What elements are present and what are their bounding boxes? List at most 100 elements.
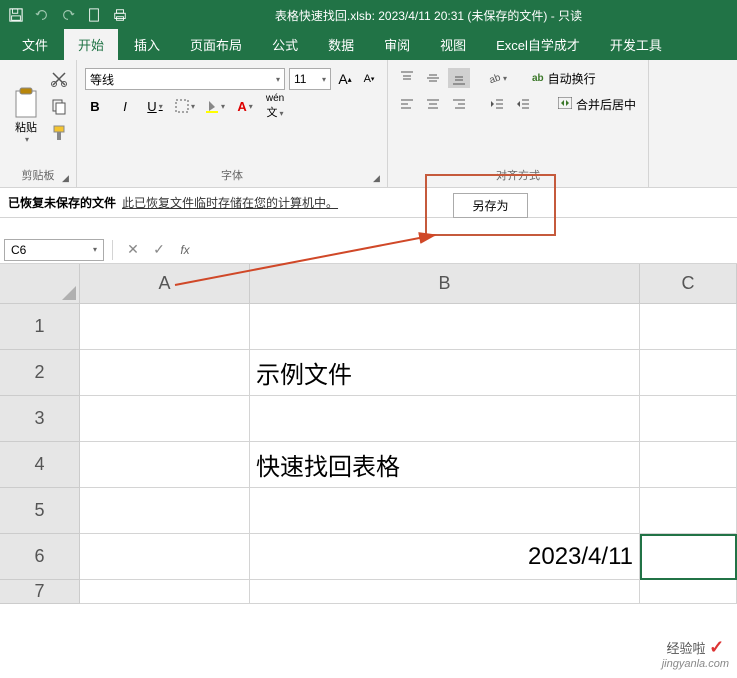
cell[interactable] xyxy=(250,580,640,604)
align-right-icon[interactable] xyxy=(448,94,470,114)
save-as-button[interactable]: 另存为 xyxy=(453,193,527,218)
cell[interactable] xyxy=(640,304,737,350)
select-all-corner[interactable] xyxy=(0,264,80,304)
border-button[interactable]: ▾ xyxy=(175,96,195,116)
fill-color-button[interactable]: ▾ xyxy=(205,96,225,116)
tab-data[interactable]: 数据 xyxy=(314,29,368,60)
cell[interactable] xyxy=(250,488,640,534)
italic-button[interactable]: I xyxy=(115,96,135,116)
group-clipboard-label: 剪贴板 xyxy=(8,167,68,185)
row-header[interactable]: 4 xyxy=(0,442,80,488)
font-size-value: 11 xyxy=(294,72,306,86)
check-icon: ✓ xyxy=(709,637,724,657)
cell[interactable] xyxy=(640,488,737,534)
align-middle-icon[interactable] xyxy=(422,68,444,88)
cell[interactable] xyxy=(640,580,737,604)
tab-insert[interactable]: 插入 xyxy=(120,29,174,60)
bold-button[interactable]: B xyxy=(85,96,105,116)
cut-icon[interactable] xyxy=(50,70,68,93)
cell[interactable] xyxy=(80,442,250,488)
row-header[interactable]: 2 xyxy=(0,350,80,396)
orientation-icon[interactable]: ab▾ xyxy=(486,68,508,88)
row-header[interactable]: 6 xyxy=(0,534,80,580)
group-font: 等线 ▾ 11 ▾ A▴ A▾ B I U▾ ▾ ▾ A▾ wén文▾ 字体 xyxy=(77,60,388,187)
row-header[interactable]: 1 xyxy=(0,304,80,350)
cell[interactable]: 快速找回表格 xyxy=(250,442,640,488)
align-bottom-icon[interactable] xyxy=(448,68,470,88)
cancel-formula-icon[interactable]: ✕ xyxy=(121,240,145,260)
font-name-select[interactable]: 等线 ▾ xyxy=(85,68,285,90)
wrap-text-icon: ab xyxy=(532,73,544,84)
cell[interactable] xyxy=(80,534,250,580)
ribbon-tabs: 文件 开始 插入 页面布局 公式 数据 审阅 视图 Excel自学成才 开发工具 xyxy=(0,30,737,60)
tab-developer[interactable]: 开发工具 xyxy=(596,29,676,60)
cell[interactable] xyxy=(80,396,250,442)
cell[interactable] xyxy=(640,442,737,488)
align-center-icon[interactable] xyxy=(422,94,444,114)
paste-label: 粘贴 xyxy=(15,119,37,135)
row-header[interactable]: 7 xyxy=(0,580,80,604)
indent-decrease-icon[interactable] xyxy=(486,94,508,114)
watermark-brand: 经验啦 xyxy=(667,641,706,656)
cell[interactable]: 2023/4/11 xyxy=(250,534,640,580)
cell[interactable] xyxy=(80,488,250,534)
tab-view[interactable]: 视图 xyxy=(426,29,480,60)
new-file-icon[interactable] xyxy=(86,7,102,23)
confirm-formula-icon[interactable]: ✓ xyxy=(147,240,171,260)
redo-icon[interactable] xyxy=(60,7,76,23)
font-name-value: 等线 xyxy=(90,71,114,88)
align-top-icon[interactable] xyxy=(396,68,418,88)
group-align-label: 对齐方式 xyxy=(396,167,640,185)
undo-icon[interactable] xyxy=(34,7,50,23)
tab-page-layout[interactable]: 页面布局 xyxy=(176,29,256,60)
chevron-down-icon: ▾ xyxy=(25,135,29,144)
dialog-launcher-icon[interactable]: ◢ xyxy=(373,173,385,185)
paste-button[interactable]: 粘贴 ▾ xyxy=(8,64,44,167)
increase-font-icon[interactable]: A▴ xyxy=(335,69,355,89)
font-size-select[interactable]: 11 ▾ xyxy=(289,68,331,90)
phonetic-button[interactable]: wén文▾ xyxy=(265,96,285,116)
tab-home[interactable]: 开始 xyxy=(64,29,118,60)
row-header[interactable]: 3 xyxy=(0,396,80,442)
window-title: 表格快速找回.xlsb: 2023/4/11 20:31 (未保存的文件) - … xyxy=(128,7,729,24)
column-header[interactable]: A xyxy=(80,264,250,304)
column-header[interactable]: C xyxy=(640,264,737,304)
format-painter-icon[interactable] xyxy=(50,124,68,147)
cell-selected[interactable] xyxy=(640,534,737,580)
group-align: ab▾ ab 自动换行 合并后居中 对齐方 xyxy=(388,60,649,187)
cell[interactable] xyxy=(250,304,640,350)
merge-center-button[interactable]: 合并后居中 xyxy=(554,94,640,114)
save-icon[interactable] xyxy=(8,7,24,23)
recovery-message: 此已恢复文件临时存储在您的计算机中。 xyxy=(122,194,338,211)
tab-formulas[interactable]: 公式 xyxy=(258,29,312,60)
dialog-launcher-icon[interactable]: ◢ xyxy=(62,173,74,185)
cell[interactable] xyxy=(640,396,737,442)
row-header[interactable]: 5 xyxy=(0,488,80,534)
cell[interactable] xyxy=(80,580,250,604)
tab-review[interactable]: 审阅 xyxy=(370,29,424,60)
fx-button[interactable]: fx xyxy=(173,240,197,260)
font-color-button[interactable]: A▾ xyxy=(235,96,255,116)
tab-custom[interactable]: Excel自学成才 xyxy=(482,29,594,60)
cell[interactable] xyxy=(640,350,737,396)
wrap-text-button[interactable]: ab 自动换行 xyxy=(528,68,600,88)
copy-icon[interactable] xyxy=(50,97,68,120)
cell[interactable]: 示例文件 xyxy=(250,350,640,396)
name-box[interactable]: C6 ▾ xyxy=(4,239,104,261)
watermark-url: jingyanla.com xyxy=(662,658,729,670)
decrease-font-icon[interactable]: A▾ xyxy=(359,69,379,89)
underline-button[interactable]: U▾ xyxy=(145,96,165,116)
column-header[interactable]: B xyxy=(250,264,640,304)
align-left-icon[interactable] xyxy=(396,94,418,114)
recovery-bar: 已恢复未保存的文件 此已恢复文件临时存储在您的计算机中。 另存为 xyxy=(0,188,737,218)
cell[interactable] xyxy=(80,304,250,350)
recovery-title: 已恢复未保存的文件 xyxy=(8,194,116,211)
tab-file[interactable]: 文件 xyxy=(8,29,62,60)
group-clipboard: 粘贴 ▾ 剪贴板 ◢ xyxy=(0,60,77,187)
svg-text:ab: ab xyxy=(488,72,501,85)
cell[interactable] xyxy=(80,350,250,396)
print-icon[interactable] xyxy=(112,7,128,23)
indent-increase-icon[interactable] xyxy=(512,94,534,114)
quick-access-toolbar xyxy=(8,7,128,23)
cell[interactable] xyxy=(250,396,640,442)
